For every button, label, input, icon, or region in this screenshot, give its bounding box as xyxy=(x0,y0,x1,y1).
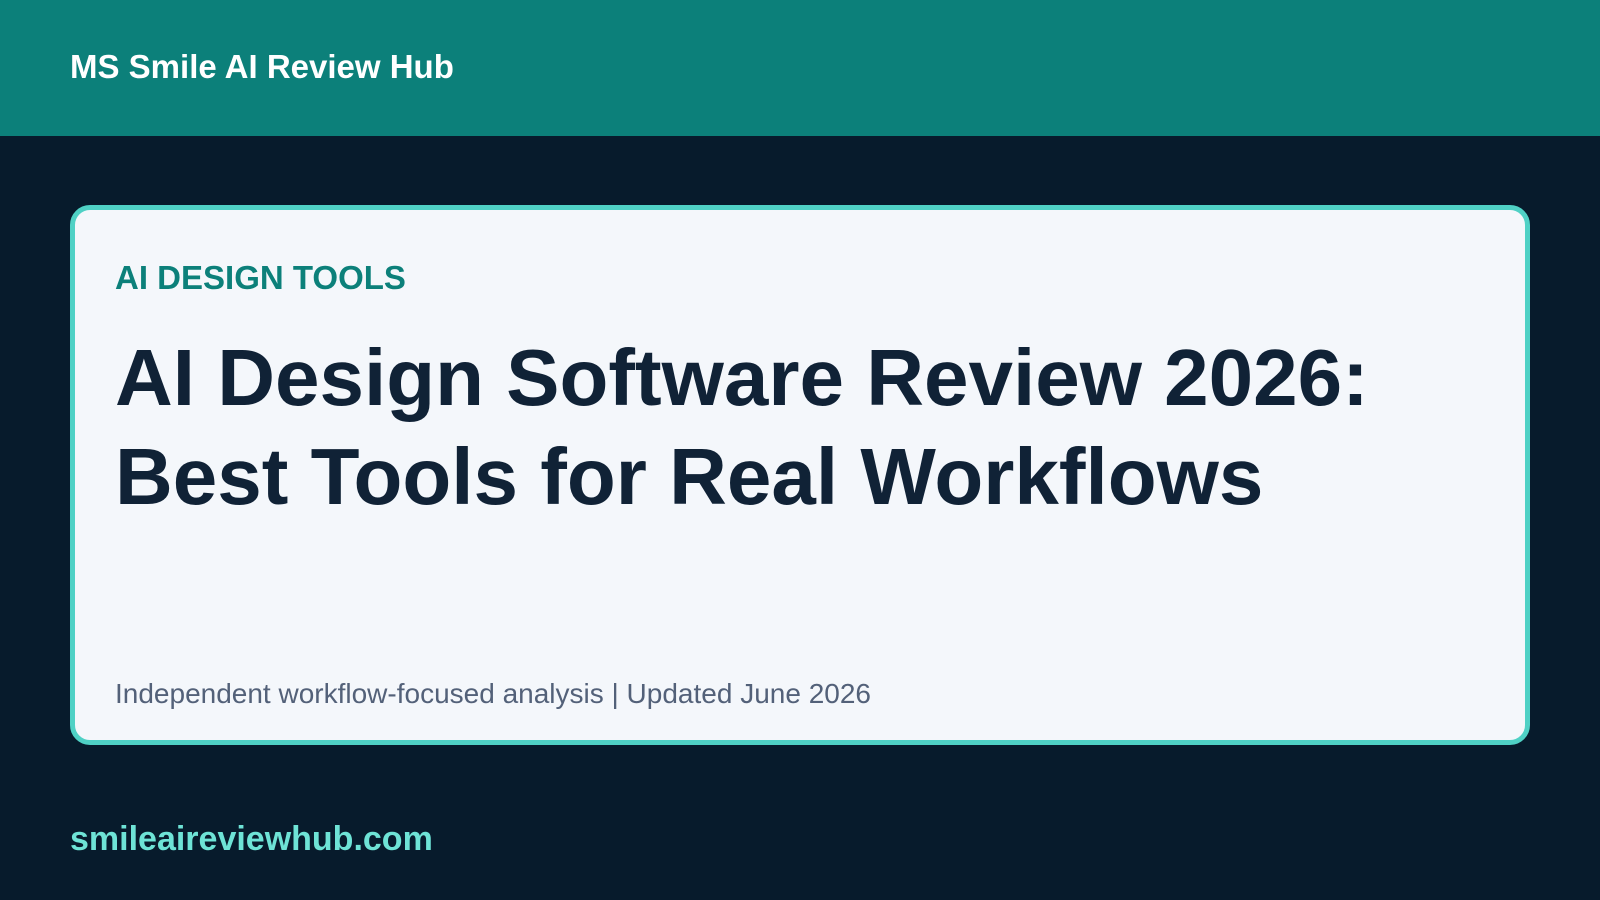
site-url: smileaireviewhub.com xyxy=(70,820,433,858)
article-meta: Independent workflow-focused analysis | … xyxy=(115,678,871,709)
article-card: AI DESIGN TOOLS AI Design Software Revie… xyxy=(70,205,1530,745)
site-title: MS Smile AI Review Hub xyxy=(70,48,454,85)
article-headline: AI Design Software Review 2026: Best Too… xyxy=(115,328,1495,526)
headline-line-2: Best Tools for Real Workflows xyxy=(115,432,1264,521)
site-header: MS Smile AI Review Hub xyxy=(0,0,1600,136)
category-label: AI DESIGN TOOLS xyxy=(115,259,406,296)
headline-line-1: AI Design Software Review 2026: xyxy=(115,333,1369,422)
